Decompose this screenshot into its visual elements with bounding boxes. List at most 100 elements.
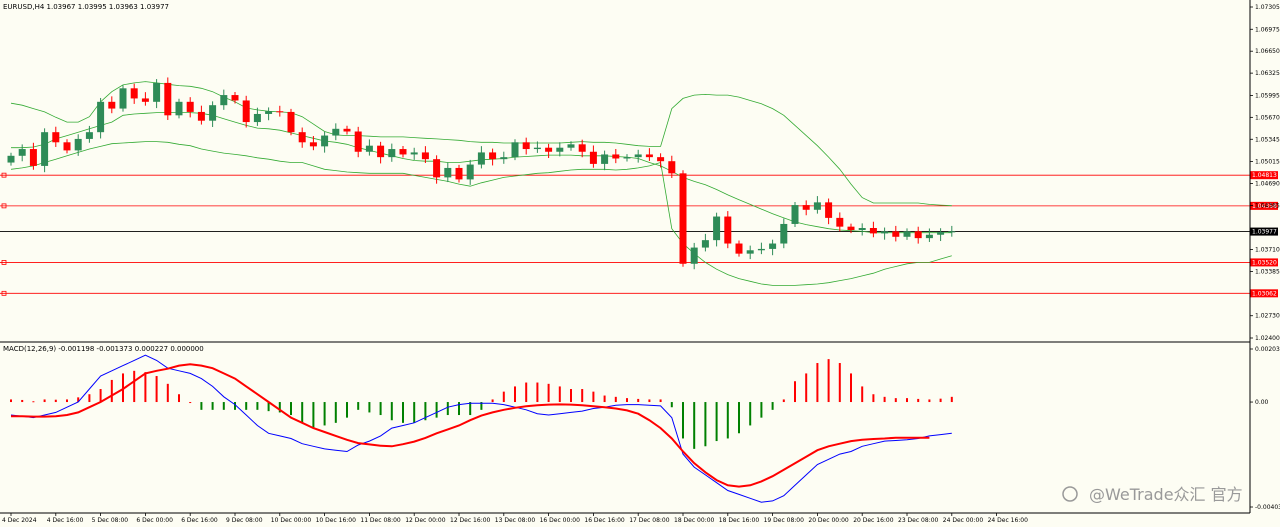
candle-body: [813, 202, 821, 210]
macd-histogram-bar: [144, 372, 147, 403]
macd-histogram-bar: [166, 383, 169, 403]
candle-body: [589, 151, 597, 164]
candle-body: [444, 167, 452, 178]
candle-body: [399, 149, 407, 155]
macd-histogram-bar: [110, 379, 113, 403]
macd-histogram-bar: [872, 394, 875, 403]
candle-body: [903, 231, 911, 237]
macd-histogram-bar: [245, 402, 248, 410]
x-tick-label: 12 Dec 16:00: [450, 517, 491, 524]
macd-histogram-bar: [357, 402, 360, 410]
macd-histogram-bar: [323, 402, 326, 426]
candle[interactable]: [511, 139, 519, 161]
candle-body: [365, 145, 373, 152]
candle[interactable]: [119, 85, 127, 112]
candle[interactable]: [287, 108, 295, 136]
candle-body: [41, 132, 49, 166]
candle-body: [164, 82, 172, 116]
macd-histogram-bar: [514, 386, 516, 403]
macd-histogram-bar: [413, 402, 416, 423]
candle-body: [265, 111, 273, 114]
x-tick-label: 10 Dec 00:00: [271, 517, 312, 524]
candle[interactable]: [679, 170, 687, 267]
macd-histogram-bar: [547, 383, 550, 403]
macd-histogram-bar: [906, 398, 908, 403]
candle-body: [130, 88, 138, 99]
candle-body: [309, 142, 317, 147]
candle-body: [567, 144, 575, 148]
y-tick-label: 1.05015: [1255, 159, 1280, 166]
candle-body: [825, 202, 833, 218]
candle-body: [276, 111, 284, 113]
candle-body: [253, 113, 261, 123]
macd-header: MACD(12,26,9) -0.001198 -0.001373 0.0002…: [3, 345, 204, 353]
candle-body: [522, 142, 530, 150]
candle-body: [556, 147, 564, 152]
macd-histogram-bar: [346, 402, 348, 418]
candle-body: [757, 248, 765, 251]
macd-histogram-bar: [290, 402, 292, 416]
candle-body: [477, 152, 485, 165]
candle-body: [612, 154, 620, 159]
macd-histogram-bar: [178, 394, 180, 403]
macd-histogram-bar: [200, 402, 203, 410]
candle-body: [410, 152, 418, 155]
candle-body: [802, 205, 810, 210]
macd-histogram-bar: [659, 399, 662, 403]
candle-body: [52, 132, 60, 143]
candle-body: [119, 88, 127, 109]
macd-histogram-bar: [805, 373, 808, 403]
macd-histogram-bar: [256, 402, 259, 410]
candle-body: [489, 152, 497, 160]
level-price-label: 1.03520: [1252, 259, 1277, 266]
x-tick-label: 11 Dec 08:00: [360, 517, 401, 524]
macd-histogram-bar: [738, 402, 740, 434]
x-tick-label: 18 Dec 16:00: [719, 517, 760, 524]
candle-body: [578, 144, 586, 152]
candle[interactable]: [791, 202, 799, 227]
x-tick-label: 4 Dec 2024: [2, 517, 37, 524]
watermark: @WeTrade众汇 官方: [1062, 485, 1243, 504]
candle-body: [298, 132, 306, 143]
x-tick-label: 18 Dec 00:00: [674, 517, 715, 524]
candle-body: [679, 173, 687, 264]
candle[interactable]: [164, 77, 172, 120]
candle-body: [421, 152, 429, 160]
candle-body: [881, 231, 889, 234]
macd-histogram-bar: [827, 359, 830, 403]
macd-histogram-bar: [726, 402, 729, 439]
macd-histogram-bar: [390, 402, 393, 421]
candle-body: [533, 147, 541, 150]
candle[interactable]: [724, 211, 732, 249]
x-tick-label: 5 Dec 08:00: [92, 517, 129, 524]
macd-y-tick-label: 0.00: [1255, 399, 1269, 406]
y-tick-label: 1.03710: [1255, 247, 1280, 254]
macd-histogram-bar: [794, 381, 796, 403]
macd-histogram-bar: [10, 399, 12, 403]
candle-body: [209, 105, 217, 121]
macd-histogram-bar: [312, 402, 315, 429]
macd-histogram-bar: [861, 386, 864, 403]
macd-histogram-bar: [469, 402, 472, 416]
candle[interactable]: [41, 128, 49, 173]
macd-histogram-bar: [883, 396, 886, 403]
candle-body: [511, 142, 519, 158]
candle-body: [657, 157, 665, 162]
macd-histogram-bar: [939, 398, 942, 403]
candle-body: [197, 111, 205, 121]
candle-body: [97, 101, 105, 133]
macd-histogram-bar: [570, 389, 572, 403]
candle-body: [701, 240, 709, 248]
x-tick-label: 20 Dec 00:00: [808, 517, 849, 524]
candle-body: [321, 135, 329, 147]
macd-histogram-bar: [133, 370, 136, 403]
x-tick-label: 24 Dec 00:00: [943, 517, 984, 524]
y-tick-label: 1.02730: [1255, 313, 1280, 320]
candle-body: [634, 154, 642, 158]
candle-body: [914, 231, 922, 239]
candle-body: [186, 101, 194, 112]
macd-histogram-bar: [626, 398, 628, 403]
macd-histogram-bar: [603, 395, 606, 403]
candle-body: [925, 234, 933, 239]
chart-svg: 1.048131.043581.035201.030621.039771.073…: [0, 0, 1280, 524]
